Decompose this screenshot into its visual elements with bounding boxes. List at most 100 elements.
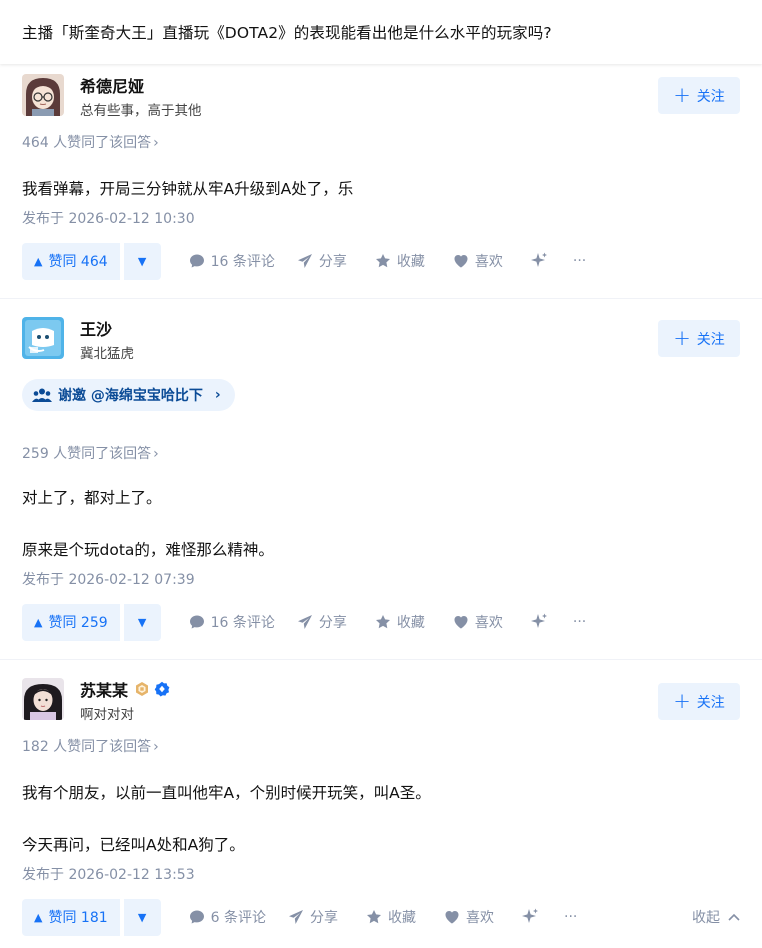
triangle-up-icon: ▲ [34,254,43,268]
author-name[interactable]: 希德尼娅 [80,73,144,97]
upvote-button[interactable]: ▲ 赞同 464 [22,242,120,280]
author-bio: 冀北猛虎 [80,346,134,362]
verified-badge-icon[interactable] [154,681,170,697]
ai-summary-button[interactable] [520,907,546,927]
hexagon-badge-icon[interactable] [134,681,150,697]
star-icon [375,615,390,629]
triangle-down-icon: ▼ [137,615,147,629]
like-button[interactable]: 喜欢 [444,907,494,927]
downvote-button[interactable]: ▼ [123,603,161,641]
comment-button[interactable]: 16 条评论 [189,251,275,271]
publish-date[interactable]: 发布于 2026-02-12 13:53 [22,864,740,884]
upvote-count[interactable]: 182 人赞同了该回答 › [22,736,740,756]
star-icon [367,910,381,924]
comment-bubble-icon [189,254,204,268]
answer-item: 王沙 冀北猛虎 + 关注 谢邀 @海绵宝宝哈比下 › 259 人赞同了该回答 ›… [0,298,762,659]
more-button[interactable]: ··· [573,614,586,630]
author-row: 王沙 冀北猛虎 + 关注 [22,317,740,365]
follow-label: 关注 [696,331,725,348]
follow-label: 关注 [696,694,725,711]
action-bar: ▲ 赞同 259 ▼ 16 条评论 分享 收藏 喜欢 ··· [22,603,740,641]
triangle-up-icon: ▲ [34,615,43,629]
question-header: 主播「斯奎奇大王」直播玩《DOTA2》的表现能看出他是什么水平的玩家吗? [0,0,762,64]
comment-button[interactable]: 16 条评论 [189,612,275,632]
star-icon [375,254,390,268]
ai-summary-button[interactable] [529,612,555,632]
downvote-button[interactable]: ▼ [123,898,161,936]
plus-icon: + [673,83,691,107]
share-button[interactable]: 分享 [297,251,347,271]
author-name[interactable]: 王沙 [80,316,112,340]
heart-icon [454,255,468,268]
action-bar: ▲ 赞同 464 ▼ 16 条评论 分享 收藏 喜欢 ··· [22,242,740,280]
upvote-button[interactable]: ▲ 赞同 181 [22,898,120,936]
avatar[interactable] [22,74,64,116]
sparkle-icon [530,613,547,628]
upvote-count[interactable]: 259 人赞同了该回答 › [22,443,740,463]
heart-icon [454,616,468,629]
author-row: 苏某某 啊对对对 + 关注 [22,678,740,726]
ai-summary-button[interactable] [529,251,555,271]
invite-label: 谢邀 @海绵宝宝哈比下 [58,388,203,404]
answer-paragraph: 我看弹幕，开局三分钟就从牢A升级到A处了，乐 [22,180,354,198]
downvote-button[interactable]: ▼ [123,242,161,280]
chevron-up-icon [728,913,740,921]
more-button[interactable]: ··· [564,909,577,925]
publish-date[interactable]: 发布于 2026-02-12 07:39 [22,569,740,589]
favorite-button[interactable]: 收藏 [375,612,425,632]
avatar[interactable] [22,678,64,720]
like-button[interactable]: 喜欢 [453,251,503,271]
author-bio: 总有些事，高于其他 [80,103,202,119]
chevron-right-icon: › [153,739,159,755]
comment-bubble-icon [189,910,204,924]
like-button[interactable]: 喜欢 [453,612,503,632]
share-button[interactable]: 分享 [288,907,338,927]
favorite-button[interactable]: 收藏 [366,907,416,927]
answer-paragraph: 今天再问，已经叫A处和A狗了。 [22,836,245,854]
comment-bubble-icon [189,615,204,629]
paper-plane-icon [297,254,312,268]
answer-paragraph: 对上了，都对上了。 [22,489,162,507]
favorite-button[interactable]: 收藏 [375,251,425,271]
invite-pill[interactable]: 谢邀 @海绵宝宝哈比下 › [22,379,235,411]
triangle-down-icon: ▼ [137,910,147,924]
follow-button[interactable]: + 关注 [658,683,740,720]
publish-date[interactable]: 发布于 2026-02-12 10:30 [22,208,740,228]
action-bar: ▲ 赞同 181 ▼ 6 条评论 分享 收藏 喜欢 ··· 收起 [22,898,740,936]
comment-button[interactable]: 6 条评论 [189,907,266,927]
collapse-button[interactable]: 收起 [692,898,740,935]
upvote-button[interactable]: ▲ 赞同 259 [22,603,120,641]
triangle-down-icon: ▼ [137,254,147,268]
sparkle-icon [522,908,538,923]
more-button[interactable]: ··· [573,253,586,269]
upvote-count[interactable]: 464 人赞同了该回答 › [22,132,740,152]
answer-list: 希德尼娅 总有些事，高于其他 + 关注 464 人赞同了该回答 › 我看弹幕，开局… [0,64,762,936]
triangle-up-icon: ▲ [34,910,43,924]
answer-content: 对上了，都对上了。 原来是个玩dota的，难怪那么精神。 [22,485,740,563]
sparkle-icon [530,252,547,267]
answer-paragraph: 原来是个玩dota的，难怪那么精神。 [22,541,274,559]
people-icon [32,388,52,402]
chevron-right-icon: › [153,446,159,462]
answer-content: 我有个朋友，以前一直叫他牢A，个别时候开玩笑，叫A圣。 今天再问，已经叫A处和A… [22,780,740,858]
follow-button[interactable]: + 关注 [658,77,740,114]
follow-label: 关注 [696,88,725,105]
author-name[interactable]: 苏某某 [80,677,128,701]
plus-icon: + [673,689,691,713]
answer-item: 希德尼娅 总有些事，高于其他 + 关注 464 人赞同了该回答 › 我看弹幕，开局… [0,64,762,298]
paper-plane-icon [289,910,303,924]
answer-paragraph: 我有个朋友，以前一直叫他牢A，个别时候开玩笑，叫A圣。 [22,784,431,802]
author-row: 希德尼娅 总有些事，高于其他 + 关注 [22,74,740,122]
paper-plane-icon [297,615,312,629]
answer-content: 我看弹幕，开局三分钟就从牢A升级到A处了，乐 [22,176,740,202]
heart-icon [445,911,459,924]
share-button[interactable]: 分享 [297,612,347,632]
question-title[interactable]: 主播「斯奎奇大王」直播玩《DOTA2》的表现能看出他是什么水平的玩家吗? [22,21,552,43]
author-bio: 啊对对对 [80,707,134,723]
avatar[interactable] [22,317,64,359]
chevron-right-icon: › [214,387,221,403]
answer-item: 苏某某 啊对对对 + 关注 182 人赞同了该回答 › 我有个朋友，以前一直叫他… [0,659,762,936]
chevron-right-icon: › [153,135,159,151]
follow-button[interactable]: + 关注 [658,320,740,357]
plus-icon: + [673,326,691,350]
